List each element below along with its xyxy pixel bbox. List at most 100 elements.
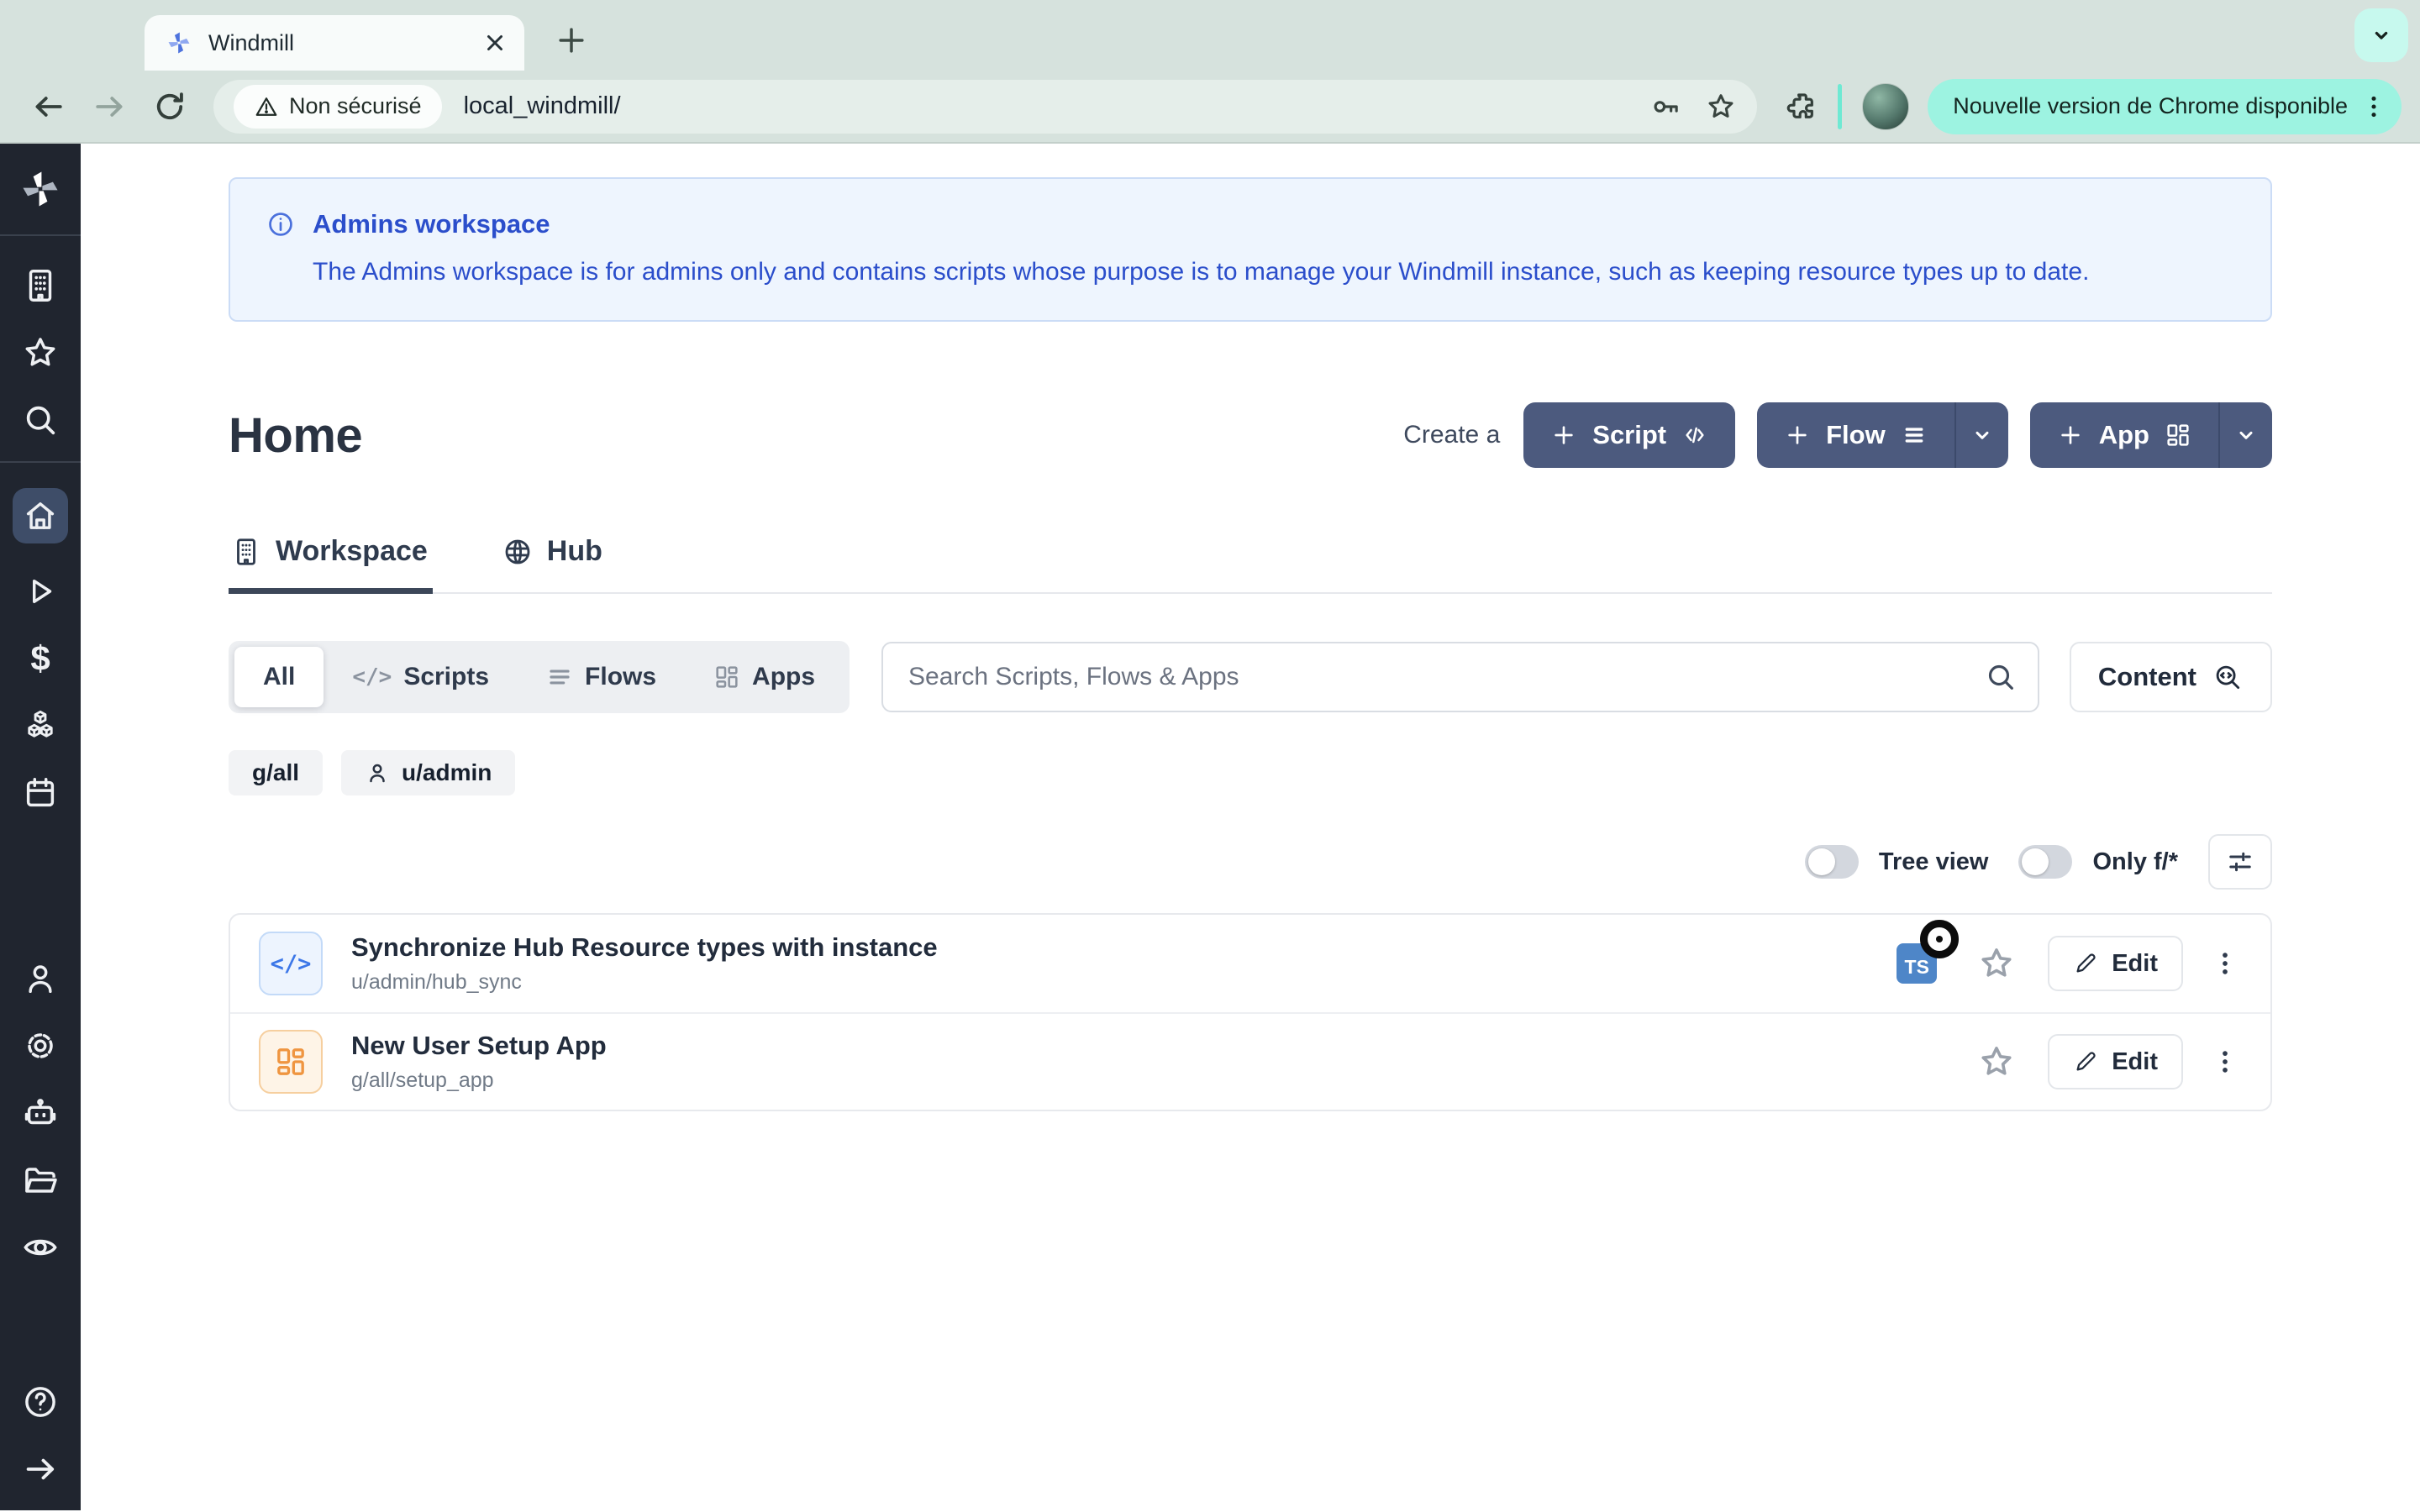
resources-cubes-icon[interactable] bbox=[21, 706, 60, 745]
search-box bbox=[881, 642, 2039, 712]
create-app-button[interactable]: App bbox=[2030, 402, 2272, 468]
favorites-star-icon[interactable] bbox=[21, 333, 60, 372]
code-icon: </> bbox=[352, 664, 392, 690]
tab-title: Windmill bbox=[208, 30, 482, 56]
schedules-calendar-icon[interactable] bbox=[21, 774, 60, 812]
create-flow-button[interactable]: Flow bbox=[1757, 402, 2008, 468]
script-type-icon: </> bbox=[259, 932, 323, 995]
security-chip[interactable]: Non sécurisé bbox=[234, 85, 442, 129]
extensions-icon[interactable] bbox=[1784, 90, 1818, 123]
edit-button-label: Edit bbox=[2112, 1048, 2158, 1076]
new-tab-icon[interactable] bbox=[553, 22, 590, 59]
warning-icon bbox=[254, 94, 279, 119]
search-icon[interactable] bbox=[1984, 660, 2018, 694]
chrome-update-button[interactable]: Nouvelle version de Chrome disponible bbox=[1928, 79, 2402, 134]
item-list: </> Synchronize Hub Resource types with … bbox=[229, 913, 2272, 1111]
app-dropdown-caret[interactable] bbox=[2218, 402, 2272, 468]
chevron-down-icon bbox=[1969, 422, 1996, 449]
chevron-down-icon bbox=[2369, 23, 2394, 48]
list-item-script[interactable]: </> Synchronize Hub Resource types with … bbox=[230, 915, 2270, 1012]
close-tab-icon[interactable] bbox=[482, 30, 508, 55]
globe-icon bbox=[502, 536, 534, 568]
item-menu-kebab-icon[interactable] bbox=[2208, 945, 2242, 982]
reload-icon[interactable] bbox=[151, 88, 188, 125]
profile-avatar[interactable] bbox=[1862, 83, 1909, 130]
sidebar-bottom-group bbox=[21, 931, 60, 1267]
edit-button-label: Edit bbox=[2112, 950, 2158, 978]
content-search-button[interactable]: Content bbox=[2070, 642, 2272, 712]
tab-hub[interactable]: Hub bbox=[500, 535, 608, 594]
filter-scripts[interactable]: </> Scripts bbox=[324, 647, 518, 707]
flow-lines-icon bbox=[546, 664, 573, 690]
owner-chip-group-label: g/all bbox=[252, 759, 299, 786]
list-item-app[interactable]: New User Setup App g/all/setup_app Edit bbox=[230, 1012, 2270, 1110]
address-bar[interactable]: Non sécurisé local_windmill/ bbox=[213, 80, 1757, 134]
edit-button[interactable]: Edit bbox=[2048, 936, 2183, 991]
search-icon[interactable] bbox=[21, 401, 60, 439]
app-sidebar: $ bbox=[0, 144, 81, 1510]
app-window: $ bbox=[0, 144, 2420, 1510]
windmill-favicon bbox=[165, 29, 193, 57]
workspace-switcher-icon[interactable] bbox=[21, 266, 60, 305]
item-title[interactable]: Synchronize Hub Resource types with inst… bbox=[351, 932, 938, 963]
item-menu-kebab-icon[interactable] bbox=[2208, 1043, 2242, 1080]
plus-icon bbox=[1550, 422, 1577, 449]
folders-icon[interactable] bbox=[21, 1161, 60, 1200]
back-icon[interactable] bbox=[30, 88, 67, 125]
audit-eye-icon[interactable] bbox=[21, 1228, 60, 1267]
main-content: Admins workspace The Admins workspace is… bbox=[81, 144, 2420, 1510]
settings-gear-icon[interactable] bbox=[21, 1026, 60, 1065]
tab-workspace[interactable]: Workspace bbox=[229, 535, 433, 594]
banner-title: Admins workspace bbox=[313, 209, 550, 239]
help-icon[interactable] bbox=[21, 1383, 60, 1421]
bookmark-star-icon[interactable] bbox=[1705, 91, 1737, 123]
create-script-button[interactable]: Script bbox=[1523, 402, 1735, 468]
plus-icon bbox=[2057, 422, 2084, 449]
password-key-icon[interactable] bbox=[1649, 91, 1681, 123]
sidebar-item-home[interactable] bbox=[13, 488, 68, 543]
view-settings-button[interactable] bbox=[2208, 834, 2272, 890]
create-script-label: Script bbox=[1592, 420, 1666, 450]
app-grid-icon bbox=[713, 664, 740, 690]
sidebar-divider bbox=[0, 461, 81, 463]
variables-dollar-icon[interactable]: $ bbox=[21, 639, 60, 678]
owner-chip-group[interactable]: g/all bbox=[229, 750, 323, 795]
favorite-star-icon[interactable] bbox=[1977, 944, 2016, 983]
browser-tab-strip: Windmill bbox=[0, 0, 2420, 71]
tab-search-button[interactable] bbox=[2354, 8, 2408, 62]
home-icon bbox=[21, 496, 60, 535]
filter-scripts-label: Scripts bbox=[403, 663, 489, 691]
windmill-logo-icon[interactable] bbox=[17, 165, 64, 213]
url-text[interactable]: local_windmill/ bbox=[464, 92, 621, 120]
sidebar-help-group bbox=[21, 1354, 60, 1488]
forward-icon[interactable] bbox=[91, 88, 128, 125]
app-grid-icon bbox=[2165, 422, 2191, 449]
edit-button[interactable]: Edit bbox=[2048, 1034, 2183, 1089]
runs-play-icon[interactable] bbox=[21, 572, 60, 611]
browser-toolbar: Non sécurisé local_windmill/ Nouvelle ve… bbox=[0, 71, 2420, 144]
filter-all[interactable]: All bbox=[234, 647, 324, 707]
page-title: Home bbox=[229, 407, 362, 464]
tree-view-toggle[interactable] bbox=[1805, 845, 1859, 879]
chrome-update-label: Nouvelle version de Chrome disponible bbox=[1953, 93, 2348, 119]
tab-workspace-label: Workspace bbox=[276, 535, 428, 568]
chrome-menu-kebab-icon[interactable] bbox=[2360, 92, 2388, 121]
filter-flows[interactable]: Flows bbox=[518, 647, 685, 707]
pencil-icon bbox=[2073, 951, 2098, 976]
favorite-star-icon[interactable] bbox=[1977, 1042, 2016, 1081]
only-f-toggle[interactable] bbox=[2018, 845, 2072, 879]
flow-dropdown-caret[interactable] bbox=[1954, 402, 2008, 468]
code-icon bbox=[1681, 422, 1708, 449]
browser-tab[interactable]: Windmill bbox=[145, 15, 524, 71]
expand-sidebar-arrow-icon[interactable] bbox=[21, 1450, 60, 1488]
admins-workspace-banner: Admins workspace The Admins workspace is… bbox=[229, 177, 2272, 322]
users-person-icon[interactable] bbox=[21, 959, 60, 998]
workers-robot-icon[interactable] bbox=[21, 1094, 60, 1132]
filter-apps[interactable]: Apps bbox=[685, 647, 844, 707]
sidebar-divider bbox=[0, 234, 81, 236]
item-title[interactable]: New User Setup App bbox=[351, 1031, 607, 1061]
pencil-icon bbox=[2073, 1049, 2098, 1074]
banner-body: The Admins workspace is for admins only … bbox=[313, 258, 2235, 286]
owner-chip-user[interactable]: u/admin bbox=[341, 750, 515, 795]
search-input[interactable] bbox=[881, 642, 2039, 712]
